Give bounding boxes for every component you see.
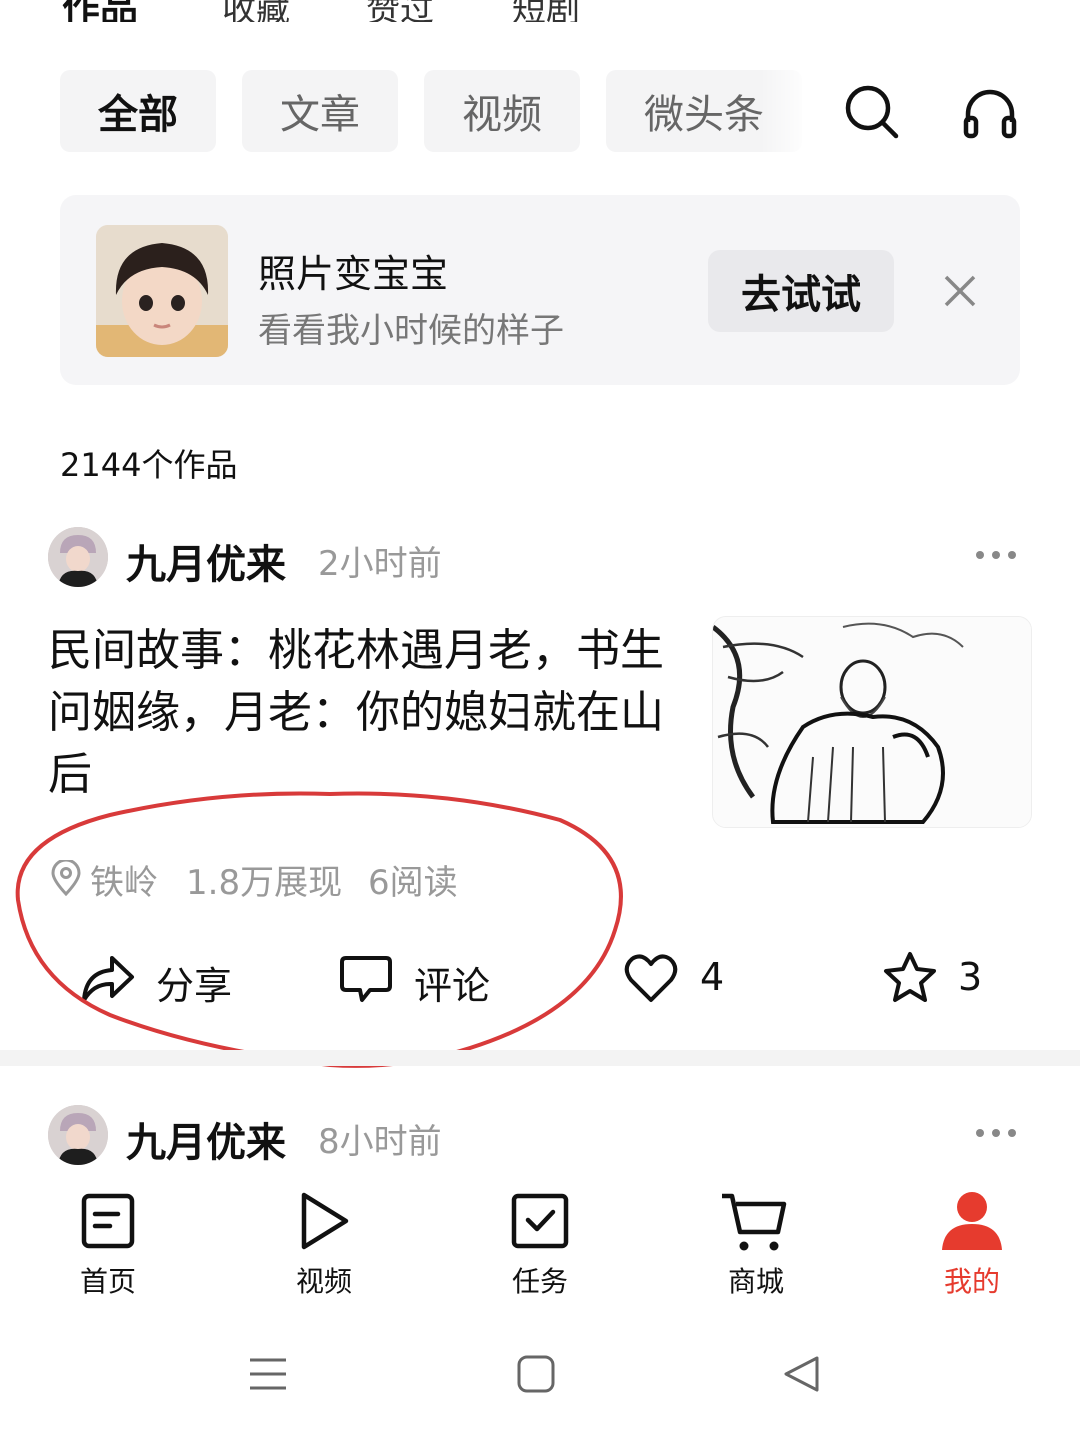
- home-doc-icon[interactable]: [80, 1192, 136, 1250]
- try-button[interactable]: 去试试: [708, 250, 894, 332]
- nav-video[interactable]: 视频: [264, 1260, 384, 1300]
- banner-title: 照片变宝宝: [258, 252, 449, 296]
- close-icon[interactable]: [942, 273, 978, 309]
- tab-favorites[interactable]: 收藏: [222, 0, 290, 22]
- works-count: 2144个作品: [60, 446, 238, 484]
- play-icon[interactable]: [296, 1190, 352, 1252]
- author-name[interactable]: 九月优来: [126, 1110, 286, 1168]
- tab-liked[interactable]: 赞过: [366, 0, 434, 22]
- nav-mall[interactable]: 商城: [696, 1260, 816, 1300]
- favorite-count: 3: [958, 955, 983, 999]
- back-triangle-icon[interactable]: [782, 1354, 822, 1394]
- nav-tasks[interactable]: 任务: [480, 1260, 600, 1300]
- like-count: 4: [700, 955, 725, 999]
- nav-me[interactable]: 我的: [912, 1260, 1032, 1300]
- filter-all[interactable]: 全部: [60, 70, 216, 152]
- tab-short-drama[interactable]: 短剧: [512, 0, 580, 22]
- nav-home[interactable]: 首页: [48, 1260, 168, 1300]
- avatar[interactable]: [48, 1105, 108, 1165]
- baby-photo: [96, 225, 228, 357]
- post-thumbnail[interactable]: [712, 616, 1032, 828]
- promo-banner[interactable]: 照片变宝宝 看看我小时候的样子 去试试: [60, 195, 1020, 385]
- author-name[interactable]: 九月优来: [126, 532, 286, 590]
- menu-icon[interactable]: [248, 1354, 288, 1394]
- filter-videos[interactable]: 视频: [424, 70, 580, 152]
- more-icon[interactable]: [972, 545, 1020, 565]
- person-icon[interactable]: [940, 1190, 1004, 1252]
- post-time: 8小时前: [318, 1122, 442, 1162]
- more-icon[interactable]: [972, 1123, 1020, 1143]
- post-time: 2小时前: [318, 544, 442, 584]
- favorite-icon[interactable]: [882, 950, 938, 1004]
- home-square-icon[interactable]: [516, 1354, 556, 1394]
- filter-articles[interactable]: 文章: [242, 70, 398, 152]
- system-nav-bar: [0, 1320, 1080, 1440]
- profile-tabs: 作品 收藏 赞过 短剧: [0, 0, 1080, 22]
- avatar[interactable]: [48, 527, 108, 587]
- cart-icon[interactable]: [720, 1190, 788, 1254]
- chip-fade: [760, 70, 810, 152]
- annotation-circle: [15, 791, 623, 1068]
- search-icon[interactable]: [842, 82, 902, 142]
- task-check-icon[interactable]: [510, 1192, 570, 1250]
- headphones-icon[interactable]: [960, 82, 1020, 142]
- tab-works[interactable]: 作品: [62, 0, 138, 22]
- post-title[interactable]: 民间故事：桃花林遇月老，书生问姻缘，月老：你的媳妇就在山后: [48, 620, 688, 806]
- banner-subtitle: 看看我小时候的样子: [258, 311, 564, 351]
- section-divider: [0, 1050, 1080, 1066]
